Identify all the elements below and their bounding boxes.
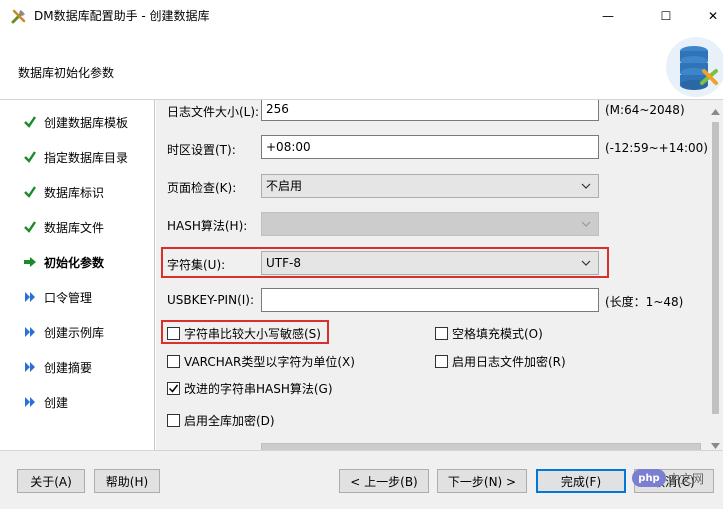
init-params-form: 日志文件大小(L): 256 (M:64~2048) 时区设置(T): +08:… — [156, 100, 708, 450]
checkbox-box — [167, 414, 180, 427]
log-size-hint: (M:64~2048) — [605, 103, 685, 117]
arrow-right-icon — [22, 254, 38, 270]
watermark-text: 中文网 — [668, 471, 705, 486]
about-button[interactable]: 关于(A) — [17, 469, 85, 493]
double-chevron-icon — [22, 394, 38, 410]
log-size-label: 日志文件大小(L): — [167, 105, 260, 119]
timezone-input[interactable]: +08:00 — [261, 135, 599, 159]
checkmark-icon — [22, 184, 38, 200]
maximize-icon: ☐ — [660, 8, 672, 23]
tools-icon — [10, 7, 28, 25]
checkbox-box — [167, 355, 180, 368]
step-label: 口令管理 — [44, 290, 93, 305]
usbkey-input[interactable] — [261, 288, 599, 312]
window-title: DM数据库配置助手 - 创建数据库 — [34, 9, 210, 23]
charset-value: UTF-8 — [266, 256, 301, 270]
charset-label: 字符集(U): — [167, 258, 226, 272]
step-label: 指定数据库目录 — [44, 150, 129, 165]
varchar-char-unit-checkbox[interactable]: VARCHAR类型以字符为单位(X) — [167, 353, 355, 370]
database-logo-icon — [662, 33, 723, 99]
wizard-footer: 关于(A) 帮助(H) < 上一步(B) 下一步(N) > 完成(F) 取消(C… — [0, 450, 723, 509]
page-check-value: 不启用 — [266, 179, 303, 193]
step-label: 创建 — [44, 395, 69, 410]
usbkey-label: USBKEY-PIN(I): — [167, 293, 255, 307]
chevron-down-icon — [581, 218, 591, 232]
log-encrypt-label: 启用日志文件加密(R) — [452, 355, 566, 369]
improved-hash-label: 改进的字符串HASH算法(G) — [184, 382, 333, 396]
hash-select[interactable] — [261, 212, 599, 236]
checkbox-box — [167, 327, 180, 340]
step-password: 口令管理 — [22, 287, 92, 307]
log-encrypt-checkbox[interactable]: 启用日志文件加密(R) — [435, 353, 566, 370]
hash-label: HASH算法(H): — [167, 219, 248, 233]
help-button[interactable]: 帮助(H) — [94, 469, 160, 493]
timezone-label: 时区设置(T): — [167, 143, 236, 157]
page-header: 数据库初始化参数 — [0, 31, 723, 100]
step-db-directory: 指定数据库目录 — [22, 147, 128, 167]
step-db-identifier: 数据库标识 — [22, 182, 104, 202]
checkbox-box — [435, 355, 448, 368]
step-label: 数据库标识 — [44, 185, 105, 200]
watermark: php 中文网 — [632, 469, 704, 487]
php-logo-icon: php — [632, 469, 666, 487]
usbkey-hint: (长度：1~48) — [605, 295, 684, 309]
step-init-params: 初始化参数 — [22, 252, 104, 272]
next-button[interactable]: 下一步(N) > — [437, 469, 527, 493]
chevron-down-icon — [581, 257, 591, 271]
step-create-template: 创建数据库模板 — [22, 112, 128, 132]
step-summary: 创建摘要 — [22, 357, 92, 377]
blank-pad-label: 空格填充模式(O) — [452, 327, 543, 341]
finish-button[interactable]: 完成(F) — [536, 469, 626, 493]
checkbox-box — [435, 327, 448, 340]
step-label: 创建摘要 — [44, 360, 93, 375]
case-sensitive-label: 字符串比较大小写敏感(S) — [184, 327, 321, 341]
log-size-input[interactable]: 256 — [261, 100, 599, 121]
varchar-label: VARCHAR类型以字符为单位(X) — [184, 355, 355, 369]
scroll-up-icon[interactable] — [711, 104, 720, 118]
page-title: 数据库初始化参数 — [18, 66, 115, 80]
page-check-select[interactable]: 不启用 — [261, 174, 599, 198]
step-db-files: 数据库文件 — [22, 217, 104, 237]
chevron-down-icon — [581, 180, 591, 194]
checkbox-box — [167, 382, 180, 395]
full-encrypt-label: 启用全库加密(D) — [184, 414, 275, 428]
title-bar: DM数据库配置助手 - 创建数据库 — ☐ ✕ — [0, 0, 723, 31]
charset-select[interactable]: UTF-8 — [261, 251, 599, 275]
scrollbar-thumb[interactable] — [712, 122, 719, 414]
blank-pad-checkbox[interactable]: 空格填充模式(O) — [435, 325, 543, 342]
timezone-hint: (-12:59~+14:00) — [605, 141, 708, 155]
double-chevron-icon — [22, 289, 38, 305]
double-chevron-icon — [22, 359, 38, 375]
form-scrollbar[interactable] — [708, 100, 723, 450]
minimize-button[interactable]: — — [585, 0, 631, 31]
checkmark-icon — [168, 384, 179, 393]
maximize-button[interactable]: ☐ — [643, 0, 689, 31]
step-create: 创建 — [22, 392, 68, 412]
wizard-steps: 创建数据库模板 指定数据库目录 数据库标识 数据库文件 初始化参数 口令管理 创… — [0, 100, 155, 450]
step-label: 初始化参数 — [44, 255, 105, 270]
checkmark-icon — [22, 114, 38, 130]
close-button[interactable]: ✕ — [690, 0, 723, 31]
full-encrypt-checkbox[interactable]: 启用全库加密(D) — [167, 412, 275, 429]
checkmark-icon — [22, 149, 38, 165]
step-label: 创建示例库 — [44, 325, 105, 340]
double-chevron-icon — [22, 324, 38, 340]
improved-hash-checkbox[interactable]: 改进的字符串HASH算法(G) — [167, 380, 333, 397]
partial-hidden-field — [261, 443, 701, 450]
step-label: 数据库文件 — [44, 220, 105, 235]
close-icon: ✕ — [707, 8, 719, 23]
prev-button[interactable]: < 上一步(B) — [339, 469, 429, 493]
minimize-icon: — — [602, 8, 614, 23]
step-label: 创建数据库模板 — [44, 115, 129, 130]
case-sensitive-checkbox[interactable]: 字符串比较大小写敏感(S) — [167, 325, 321, 342]
page-check-label: 页面检查(K): — [167, 181, 237, 195]
step-sample-db: 创建示例库 — [22, 322, 104, 342]
checkmark-icon — [22, 219, 38, 235]
